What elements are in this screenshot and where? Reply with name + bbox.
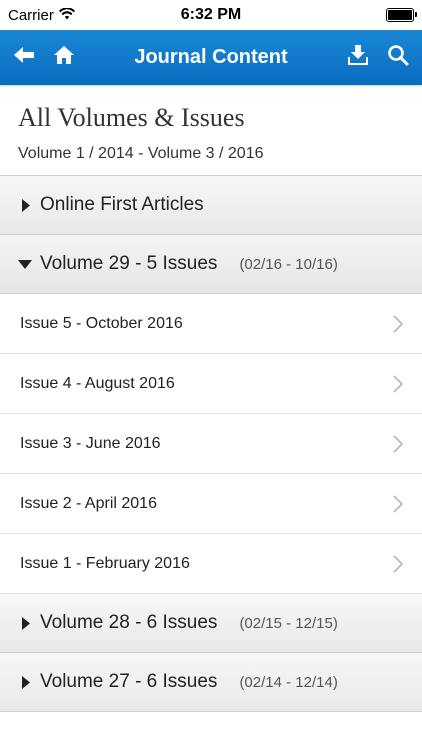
chevron-right-icon bbox=[392, 374, 404, 394]
triangle-right-icon bbox=[18, 198, 32, 212]
section-online-first[interactable]: Online First Articles bbox=[0, 176, 422, 235]
chevron-right-icon bbox=[392, 434, 404, 454]
back-button[interactable] bbox=[4, 30, 44, 85]
issue-row[interactable]: Issue 1 - February 2016 bbox=[0, 534, 422, 594]
battery-fill bbox=[388, 10, 412, 20]
issue-label: Issue 5 - October 2016 bbox=[20, 314, 183, 332]
issue-label: Issue 2 - April 2016 bbox=[20, 494, 157, 512]
triangle-right-icon bbox=[18, 616, 32, 630]
carrier-label: Carrier bbox=[8, 6, 54, 24]
section-volume-29[interactable]: Volume 29 - 5 Issues (02/16 - 10/16) bbox=[0, 235, 422, 294]
battery-icon bbox=[386, 8, 417, 22]
issue-row[interactable]: Issue 4 - August 2016 bbox=[0, 354, 422, 414]
search-icon bbox=[387, 44, 409, 71]
chevron-right-icon bbox=[392, 314, 404, 334]
status-bar: Carrier 6:32 PM bbox=[0, 0, 422, 30]
chevron-right-icon bbox=[392, 494, 404, 514]
section-volume-28[interactable]: Volume 28 - 6 Issues (02/15 - 12/15) bbox=[0, 594, 422, 653]
nav-bar: Journal Content bbox=[0, 30, 422, 85]
back-arrow-icon bbox=[12, 45, 36, 70]
section-label: Volume 28 - 6 Issues bbox=[40, 612, 218, 633]
download-button[interactable] bbox=[338, 30, 378, 85]
nav-right bbox=[338, 30, 422, 85]
section-volume-27[interactable]: Volume 27 - 6 Issues (02/14 - 12/14) bbox=[0, 653, 422, 712]
status-left: Carrier bbox=[8, 7, 75, 24]
download-icon bbox=[347, 44, 369, 71]
wifi-icon bbox=[58, 6, 75, 24]
section-label: Online First Articles bbox=[40, 194, 204, 215]
nav-left bbox=[0, 30, 84, 85]
section-label: Volume 27 - 6 Issues bbox=[40, 671, 218, 692]
home-button[interactable] bbox=[44, 30, 84, 85]
issue-label: Issue 3 - June 2016 bbox=[20, 434, 161, 452]
section-date-range: (02/16 - 10/16) bbox=[239, 255, 338, 273]
issue-label: Issue 1 - February 2016 bbox=[20, 554, 190, 572]
page-subtitle: Volume 1 / 2014 - Volume 3 / 2016 bbox=[18, 145, 264, 162]
search-button[interactable] bbox=[378, 30, 418, 85]
page-header: All Volumes & Issues Volume 1 / 2014 - V… bbox=[0, 85, 422, 176]
triangle-right-icon bbox=[18, 675, 32, 689]
section-date-range: (02/14 - 12/14) bbox=[239, 673, 338, 691]
issue-row[interactable]: Issue 3 - June 2016 bbox=[0, 414, 422, 474]
section-label: Volume 29 - 5 Issues bbox=[40, 253, 218, 274]
page-title: All Volumes & Issues bbox=[18, 103, 245, 132]
issue-label: Issue 4 - August 2016 bbox=[20, 374, 175, 392]
issue-row[interactable]: Issue 2 - April 2016 bbox=[0, 474, 422, 534]
issue-row[interactable]: Issue 5 - October 2016 bbox=[0, 294, 422, 354]
home-icon bbox=[53, 45, 75, 70]
triangle-down-icon bbox=[18, 257, 32, 271]
chevron-right-icon bbox=[392, 554, 404, 574]
section-date-range: (02/15 - 12/15) bbox=[239, 614, 338, 632]
